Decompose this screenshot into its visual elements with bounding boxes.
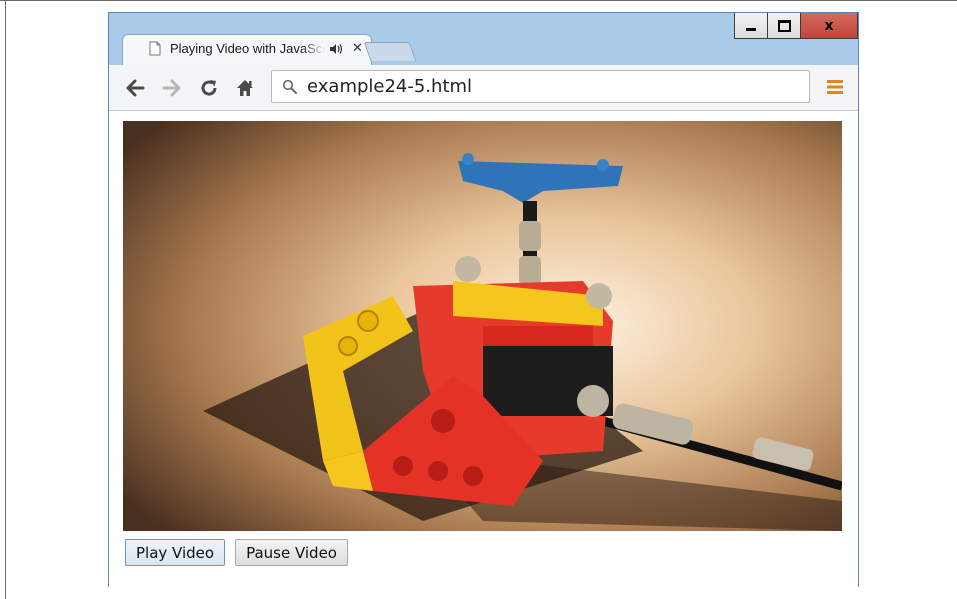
home-icon [237,80,253,96]
minimize-icon [746,28,756,31]
search-icon [282,79,297,94]
window-controls: x [734,13,858,39]
page-content: Play Video Pause Video [109,111,858,587]
tab-title: Playing Video with JavaScript [170,41,325,56]
new-tab-button[interactable] [363,42,417,61]
back-button[interactable] [123,77,147,99]
maximize-icon [777,19,791,32]
close-window-button[interactable]: x [800,13,858,39]
back-arrow-icon [126,79,145,97]
reload-button[interactable] [197,77,221,99]
speaker-icon[interactable] [329,43,343,55]
play-video-button[interactable]: Play Video [125,539,226,566]
video-controls: Play Video Pause Video [125,539,358,566]
tab-active[interactable]: Playing Video with JavaScript ✕ [122,34,372,65]
hamburger-menu-icon[interactable] [826,78,844,96]
home-button[interactable] [233,77,257,99]
forward-arrow-icon [162,79,181,97]
video-frame-image [123,121,842,531]
minimize-button[interactable] [734,13,768,39]
toolbar: example24-5.html [109,65,858,111]
pause-video-button[interactable]: Pause Video [235,539,348,566]
page-icon [149,41,161,56]
reload-icon [201,80,217,96]
video-player[interactable] [123,121,842,531]
forward-button[interactable] [160,77,184,99]
close-icon[interactable]: ✕ [352,41,363,56]
maximize-button[interactable] [767,13,801,39]
close-window-label: x [824,17,834,34]
browser-window: Playing Video with JavaScript ✕ x exampl… [108,12,859,587]
address-bar[interactable]: example24-5.html [271,70,810,103]
url-text[interactable]: example24-5.html [307,76,472,97]
